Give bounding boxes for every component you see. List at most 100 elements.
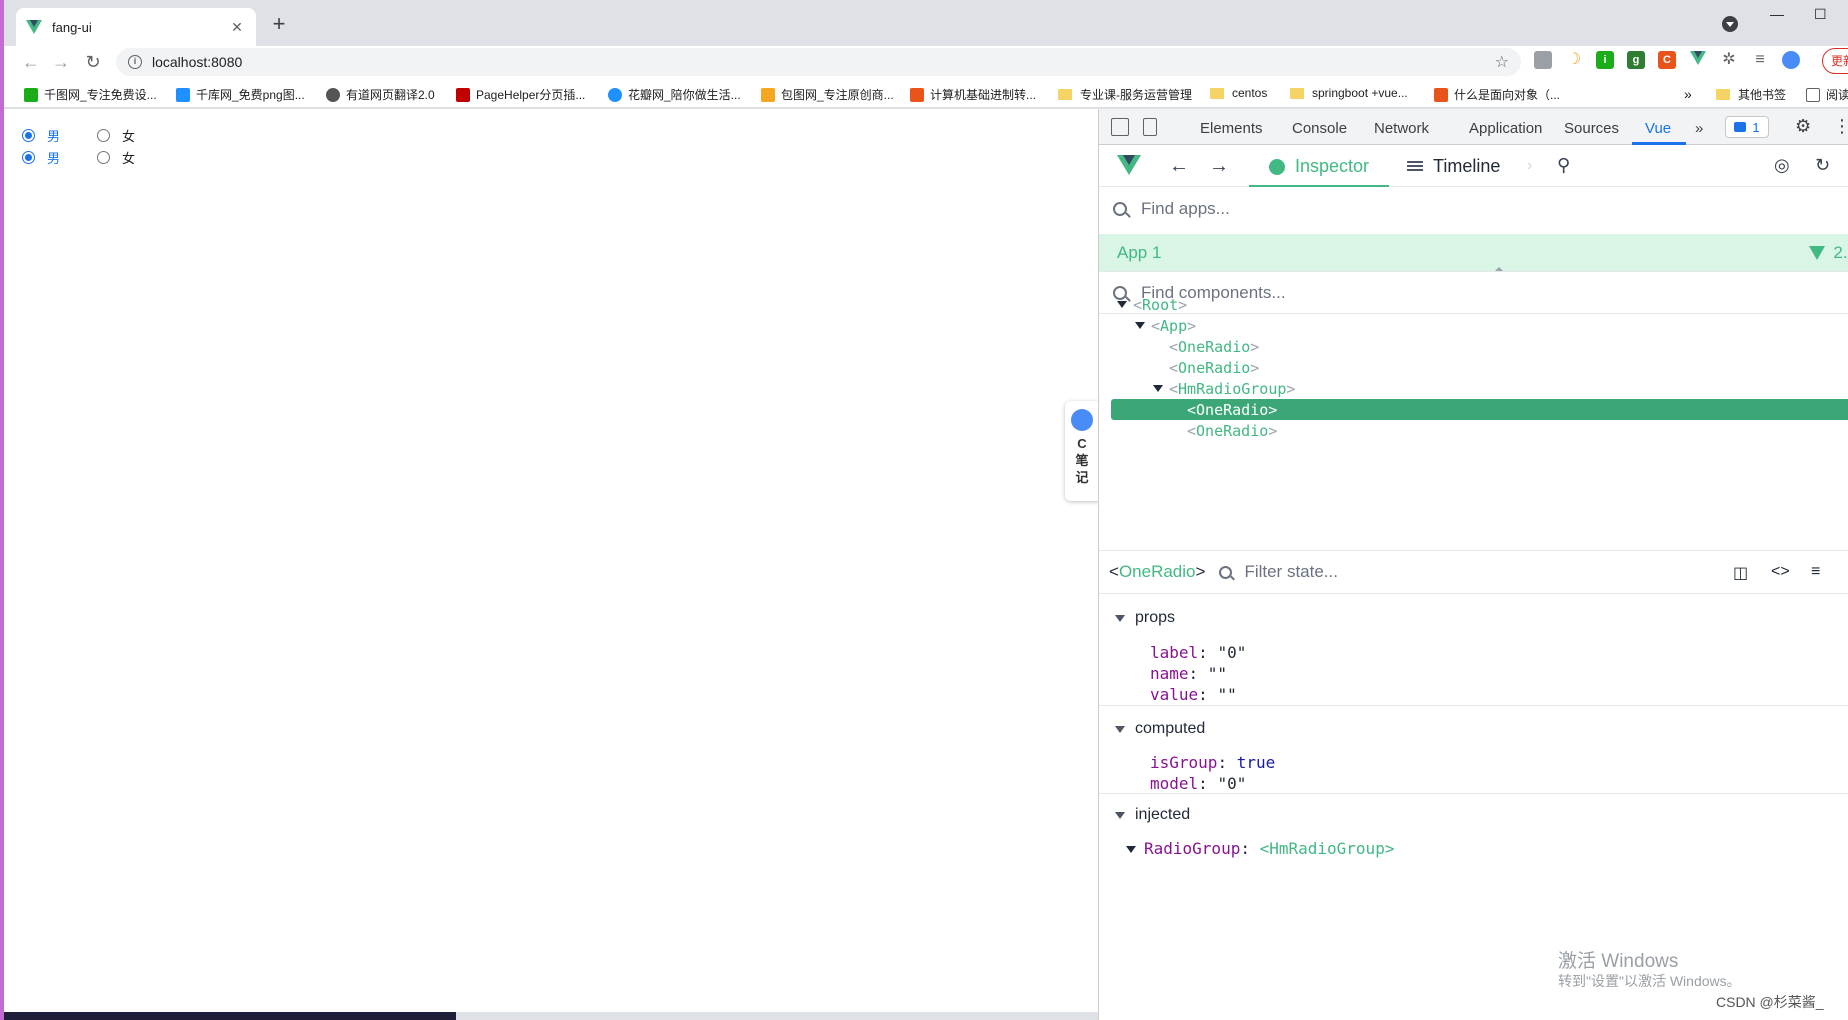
extension-icon[interactable] [1534,51,1552,69]
reload-icon[interactable]: ↻ [82,52,104,72]
expand-triangle-icon[interactable] [1126,846,1136,853]
forward-icon[interactable]: → [50,52,72,72]
bookmark-item[interactable]: 包图网_专注原创商... [761,86,894,103]
issues-badge[interactable]: 1 [1725,116,1769,138]
computed-row[interactable]: model: "0" [1150,774,1246,793]
radio-female[interactable] [97,151,110,164]
radio-male[interactable] [22,129,35,142]
settings-gear-icon[interactable]: ⚙ [1795,116,1811,137]
moon-extension-icon[interactable]: ☽ [1565,51,1583,69]
tree-node-app[interactable]: < App > [1135,315,1196,336]
expand-triangle-icon[interactable] [1117,301,1127,308]
computed-row[interactable]: isGroup: true [1150,753,1275,772]
radio-label-male: 男 [47,151,61,166]
bookmark-star-icon[interactable]: ☆ [1495,52,1509,72]
timeline-tab[interactable]: Timeline [1407,156,1500,177]
minimize-button[interactable]: — [1770,6,1784,22]
expand-triangle-icon[interactable] [1153,385,1163,392]
bookmark-item[interactable]: 什么是面向对象（... [1434,86,1560,103]
find-apps-search[interactable]: Find apps... [1099,188,1848,230]
props-header[interactable]: props [1115,609,1175,627]
scroll-to-component-icon[interactable]: ◫ [1733,563,1748,583]
device-toolbar-icon[interactable] [1143,118,1157,136]
component-graph-icon[interactable]: ⚲ [1557,155,1570,176]
radio-male[interactable] [22,151,35,164]
bookmark-item[interactable]: 花瓣网_陪你做生活... [608,86,741,103]
forward-arrow-icon[interactable]: → [1209,155,1229,178]
csdn-extension-icon[interactable]: C [1658,51,1676,69]
info-extension-icon[interactable]: i [1596,51,1614,69]
vue-extension-icon[interactable] [1689,51,1707,69]
tree-node-root[interactable]: < Root > [1117,294,1187,315]
c-note-widget[interactable]: C 笔 记 [1065,401,1099,501]
site-info-icon[interactable]: i [128,55,142,69]
injected-header[interactable]: injected [1115,806,1190,824]
devtools-panel: Elements Console Network Application Sou… [1098,109,1848,1020]
bookmarks-overflow-icon[interactable]: » [1684,86,1692,102]
tab-close-icon[interactable]: ✕ [228,18,246,36]
tab-search-icon[interactable] [1722,16,1738,32]
bookmark-item[interactable]: 千图网_专注免费设... [24,86,157,103]
other-bookmarks-folder[interactable]: 其他书签 [1716,86,1786,103]
collapse-triangle-icon[interactable] [1115,725,1125,733]
tree-node-oneradio-selected[interactable]: < OneRadio > [1111,399,1848,420]
tree-node-oneradio[interactable]: < OneRadio > [1187,420,1277,441]
reading-list-button[interactable]: 阅读 [1806,86,1848,103]
bookmark-folder[interactable]: centos [1210,86,1267,100]
tab-elements[interactable]: Elements [1200,120,1263,137]
reading-list-toolbar-icon[interactable]: ≡ [1751,51,1769,69]
tree-node-hmradiogroup[interactable]: < HmRadioGroup > [1153,378,1295,399]
tab-application[interactable]: Application [1469,120,1542,137]
collapse-triangle-icon[interactable] [1115,614,1125,622]
back-icon[interactable]: ← [20,52,42,72]
tab-network[interactable]: Network [1374,120,1429,137]
collapse-all-icon[interactable]: ≡ [1811,563,1820,581]
tab-title: fang-ui [52,19,92,35]
profile-avatar[interactable] [1782,51,1800,69]
inspect-element-icon[interactable] [1111,118,1129,136]
bookmark-favicon-icon [910,87,924,102]
expand-triangle-icon[interactable] [1135,322,1145,329]
bookmark-item[interactable]: PageHelper分页插... [456,86,585,103]
filter-state-input[interactable]: Filter state... [1219,562,1338,582]
inspector-tab[interactable]: Inspector [1269,156,1369,177]
refresh-icon[interactable]: ↻ [1815,155,1830,176]
folder-icon [1210,87,1224,99]
puzzle-extensions-icon[interactable]: ✲ [1720,51,1738,69]
browser-window: fang-ui ✕ + — ☐ ← → ↻ i localhost:8080 ☆… [0,0,1848,1020]
bookmark-item[interactable]: 计算机基础进制转... [910,86,1036,103]
prop-row[interactable]: value: "" [1150,685,1237,704]
green-extension-icon[interactable]: g [1627,51,1645,69]
tab-console[interactable]: Console [1292,120,1347,137]
bookmark-folder[interactable]: springboot +vue... [1290,86,1408,100]
bookmark-folder[interactable]: 专业课-服务运营管理 [1058,86,1192,103]
injected-row[interactable]: RadioGroup: <HmRadioGroup> [1126,839,1394,858]
address-bar[interactable]: i localhost:8080 ☆ [116,48,1521,76]
computed-header[interactable]: computed [1115,720,1205,738]
find-components-search[interactable]: Find components... [1099,272,1848,314]
bookmark-item[interactable]: 有道网页翻译2.0 [326,86,435,103]
vue-favicon-icon [26,20,42,34]
more-options-icon[interactable]: ⋮ [1833,116,1848,137]
prop-row[interactable]: name: "" [1150,664,1227,683]
new-tab-button[interactable]: + [268,13,290,36]
tab-vue[interactable]: Vue [1645,120,1671,137]
browser-tab[interactable]: fang-ui ✕ [16,8,256,46]
tab-sources[interactable]: Sources [1564,120,1619,137]
back-arrow-icon[interactable]: ← [1169,155,1189,178]
app-selector[interactable]: App 1 2.6 [1099,234,1848,272]
collapse-caret-icon[interactable] [1495,267,1503,271]
tree-node-oneradio[interactable]: < OneRadio > [1169,357,1259,378]
maximize-button[interactable]: ☐ [1814,6,1827,23]
bookmark-item[interactable]: 千库网_免费png图... [176,86,305,103]
target-select-icon[interactable]: ◎ [1774,155,1790,176]
collapse-triangle-icon[interactable] [1115,811,1125,819]
prop-row[interactable]: label: "0" [1150,643,1246,662]
tree-node-oneradio[interactable]: < OneRadio > [1169,336,1259,357]
tab-strip: fang-ui ✕ + — ☐ [0,0,1848,46]
inspect-dom-icon[interactable]: <> [1771,563,1790,581]
update-button[interactable]: 更新 [1822,48,1848,74]
more-tabs-icon[interactable]: » [1695,120,1703,137]
address-url: localhost:8080 [152,54,243,70]
radio-female[interactable] [97,129,110,142]
